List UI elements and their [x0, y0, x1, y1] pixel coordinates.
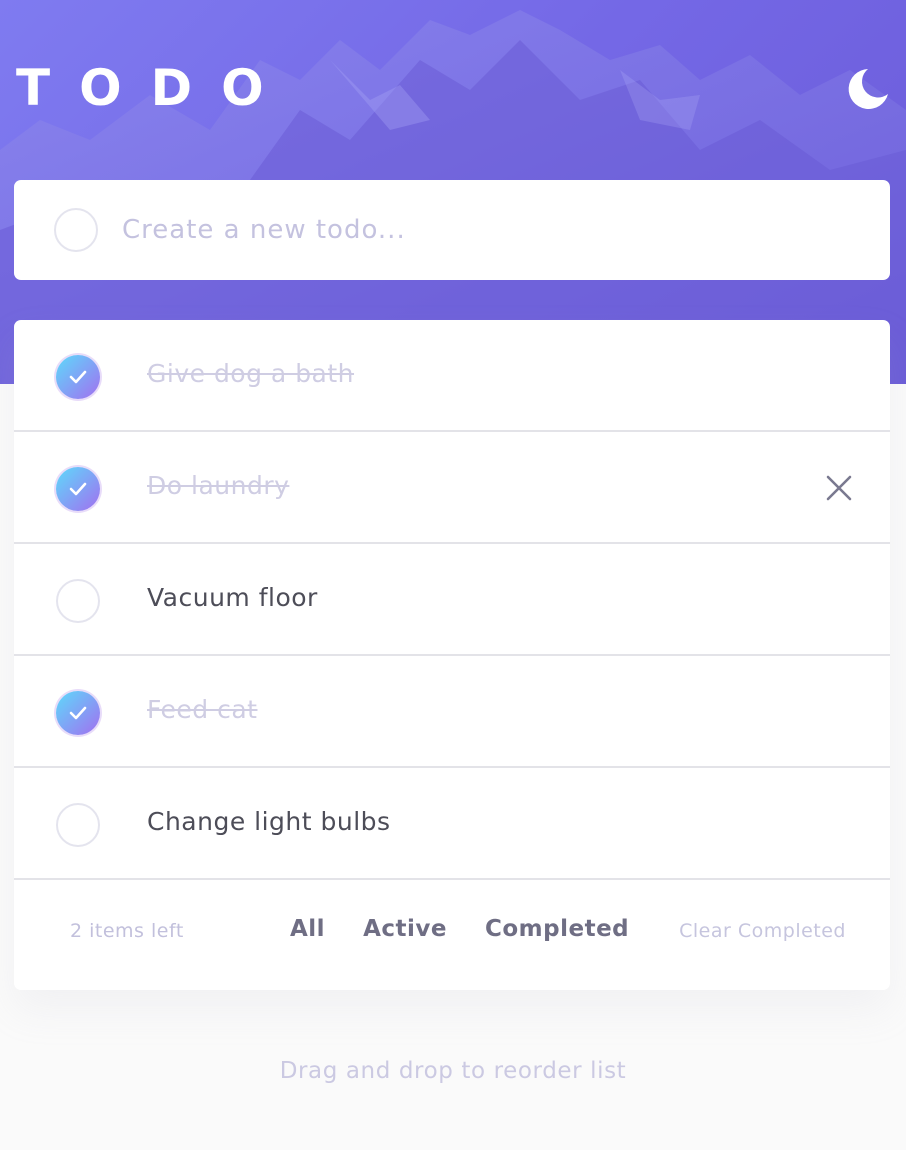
app-title: TODO: [16, 59, 293, 117]
new-todo-input[interactable]: [122, 205, 862, 255]
todo-checkbox[interactable]: [56, 579, 100, 623]
todo-text: Do laundry: [147, 471, 290, 500]
todo-app: TODO Give dog a bath Do laun: [0, 0, 906, 1150]
close-icon: [826, 475, 852, 501]
todo-item[interactable]: Change light bulbs: [14, 768, 890, 880]
new-todo-checkbox[interactable]: [54, 208, 98, 252]
list-footer: 2 items left All Active Completed Clear …: [14, 880, 890, 990]
items-left-count: 2 items left: [70, 920, 184, 942]
todo-text: Give dog a bath: [147, 359, 355, 388]
todo-text: Change light bulbs: [147, 807, 391, 836]
todo-text: Vacuum floor: [147, 583, 318, 612]
todo-item[interactable]: Feed cat: [14, 656, 890, 768]
moon-icon: [848, 69, 888, 109]
todo-item[interactable]: Give dog a bath: [14, 320, 890, 432]
theme-toggle-button[interactable]: [844, 66, 890, 112]
check-icon: [69, 706, 87, 720]
todo-checkbox[interactable]: [56, 691, 100, 735]
filter-all-button[interactable]: All: [290, 916, 325, 946]
app-header: TODO: [16, 60, 890, 116]
todo-item[interactable]: Do laundry: [14, 432, 890, 544]
todo-checkbox[interactable]: [56, 355, 100, 399]
todo-list: Give dog a bath Do laundry Vacuum floor: [14, 320, 890, 990]
todo-checkbox[interactable]: [56, 803, 100, 847]
filter-completed-button[interactable]: Completed: [485, 916, 629, 946]
clear-completed-button[interactable]: Clear Completed: [679, 920, 846, 942]
check-icon: [69, 482, 87, 496]
reorder-hint: Drag and drop to reorder list: [279, 1058, 627, 1084]
todo-checkbox[interactable]: [56, 467, 100, 511]
filter-active-button[interactable]: Active: [363, 916, 447, 946]
delete-todo-button[interactable]: [824, 473, 854, 503]
todo-item[interactable]: Vacuum floor: [14, 544, 890, 656]
filter-group: All Active Completed: [290, 916, 629, 946]
check-icon: [69, 370, 87, 384]
new-todo-form: [14, 180, 890, 280]
todo-text: Feed cat: [147, 695, 258, 724]
